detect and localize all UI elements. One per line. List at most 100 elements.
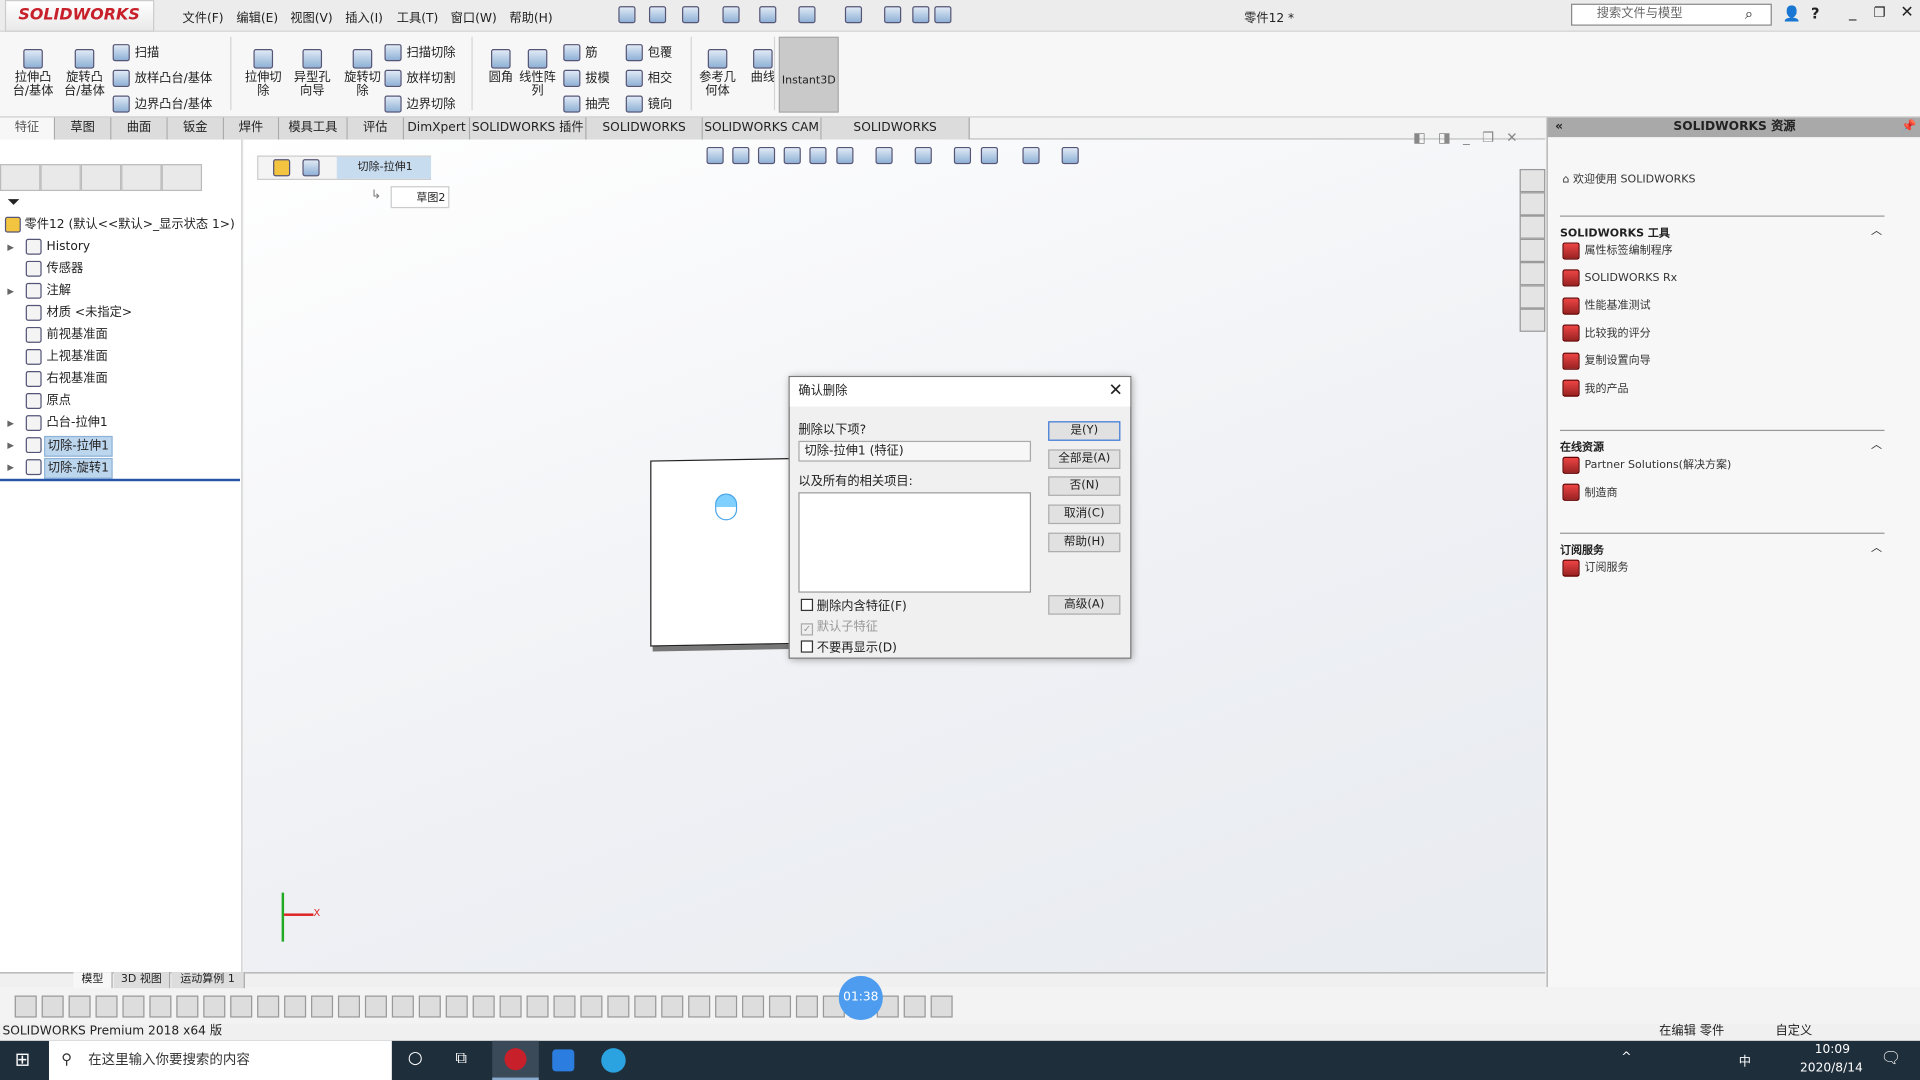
tab-6[interactable]: 评估 — [347, 117, 405, 140]
ribbon-small-button-5[interactable]: 边界切除 — [384, 93, 456, 113]
tree-item[interactable]: 传感器 — [0, 258, 240, 280]
ime-indicator[interactable]: 中 — [1739, 1051, 1751, 1069]
shortcut-tool-icon[interactable] — [553, 995, 576, 1018]
ribbon-small-button-2[interactable]: 边界凸台/基体 — [112, 93, 212, 113]
view-toolbar-icon[interactable] — [706, 146, 724, 165]
shortcut-tool-icon[interactable] — [930, 995, 953, 1018]
shortcut-tool-icon[interactable] — [418, 995, 441, 1018]
ribbon-large-button-8[interactable]: 曲线 — [740, 48, 787, 84]
tree-item[interactable]: ▶ 凸台-拉伸1 — [0, 413, 240, 435]
breadcrumb-sketch[interactable]: 草图2 — [390, 186, 450, 209]
word-app-icon[interactable] — [552, 1049, 575, 1072]
bottom-tab-1[interactable]: 3D 视图 — [113, 972, 171, 989]
ribbon-large-button-7[interactable]: 参考几何体 — [694, 48, 741, 98]
view-toolbar-icon[interactable] — [757, 146, 776, 165]
collapse-icon[interactable]: « — [1555, 118, 1563, 138]
tab-10[interactable]: SOLIDWORKS CAM — [702, 117, 822, 140]
dialog-close-button[interactable]: ✕ — [1108, 381, 1122, 401]
tab-0[interactable]: 特征 — [0, 117, 56, 140]
tab-7[interactable]: DimXpert — [404, 117, 471, 140]
browser-app-icon[interactable] — [601, 1048, 626, 1073]
view-toolbar-icon[interactable] — [1061, 146, 1079, 165]
ribbon-large-button-3[interactable]: 异型孔向导 — [289, 48, 336, 98]
tab-1[interactable]: 草图 — [55, 117, 112, 140]
quick-access-icon[interactable] — [912, 6, 930, 24]
expand-arrow-icon[interactable]: ▶ — [7, 280, 14, 302]
tree-item[interactable]: ▶ 注解 — [0, 280, 240, 302]
view-toolbar-icon[interactable] — [914, 146, 932, 165]
ribbon-small-button-6[interactable]: 筋 — [563, 42, 598, 62]
expand-arrow-icon[interactable]: ▶ — [7, 435, 14, 457]
viewport-window-controls[interactable]: ◧◨_❐✕ — [1413, 130, 1530, 146]
view-toolbar-icon[interactable] — [809, 146, 827, 165]
help-icon[interactable]: ? — [1811, 5, 1820, 22]
task-pane-tab-1[interactable] — [1519, 192, 1546, 216]
resource-link[interactable]: 性能基准测试 — [1562, 296, 1651, 315]
body-icon[interactable] — [302, 159, 320, 177]
chevron-up-icon[interactable]: ︿ — [1871, 436, 1882, 452]
expand-arrow-icon[interactable]: ▶ — [7, 413, 14, 435]
expand-arrow-icon[interactable]: ▶ — [7, 236, 14, 258]
view-toolbar-icon[interactable] — [1022, 146, 1040, 165]
ribbon-small-button-8[interactable]: 抽壳 — [563, 93, 610, 113]
cortana-icon[interactable]: ○ — [408, 1048, 423, 1068]
quick-access-icon[interactable] — [884, 6, 902, 24]
quick-access-icon[interactable] — [759, 6, 777, 24]
tab-11[interactable]: SOLIDWORKS Inspection — [821, 117, 970, 156]
tree-item[interactable]: 右视基准面 — [0, 369, 240, 391]
related-items-list[interactable] — [798, 492, 1032, 593]
shortcut-tool-icon[interactable] — [715, 995, 738, 1018]
resource-link[interactable]: 复制设置向导 — [1562, 351, 1651, 370]
view-toolbar-icon[interactable] — [783, 146, 801, 165]
resource-link[interactable]: 订阅服务 — [1562, 558, 1629, 577]
ribbon-large-button-6[interactable]: 线性阵列 — [514, 48, 561, 98]
resource-link[interactable]: 比较我的评分 — [1562, 324, 1651, 342]
quick-access-icon[interactable] — [722, 6, 740, 24]
shortcut-tool-icon[interactable] — [742, 995, 765, 1018]
part-model[interactable] — [650, 457, 798, 647]
tree-item[interactable]: ▶ 切除-旋转1 — [0, 457, 240, 479]
shortcut-tool-icon[interactable] — [284, 995, 307, 1018]
task-pane-tab-6[interactable] — [1519, 308, 1546, 332]
shortcut-tool-icon[interactable] — [768, 995, 792, 1018]
tab-3[interactable]: 钣金 — [167, 117, 225, 140]
menu-0[interactable]: 文件(F) — [182, 7, 223, 25]
chevron-up-icon[interactable]: ︿ — [1871, 222, 1882, 237]
ribbon-small-button-10[interactable]: 相交 — [625, 67, 672, 87]
shortcut-tool-icon[interactable] — [14, 995, 37, 1018]
shortcut-tool-icon[interactable] — [688, 995, 711, 1018]
tree-root[interactable]: 零件12 (默认<<默认>_显示状态 1>) — [0, 214, 240, 236]
menu-1[interactable]: 编辑(E) — [236, 7, 278, 25]
ribbon-small-button-11[interactable]: 镜向 — [625, 93, 672, 113]
task-pane-tab-3[interactable] — [1519, 238, 1546, 263]
restore-button[interactable]: ❐ — [1873, 5, 1885, 21]
task-pane-tab-4[interactable] — [1519, 262, 1546, 286]
chevron-up-icon[interactable]: ︿ — [1871, 539, 1882, 554]
bottom-tab-0[interactable]: 模型 — [73, 972, 113, 989]
dialog-button-4[interactable]: 帮助(H) — [1048, 532, 1121, 552]
tab-5[interactable]: 模具工具 — [279, 117, 348, 140]
view-toolbar-icon[interactable] — [836, 146, 854, 165]
ribbon-large-button-4[interactable]: 旋转切除 — [339, 48, 386, 98]
dialog-button-1[interactable]: 全部是(A) — [1048, 449, 1121, 469]
shortcut-tool-icon[interactable] — [122, 995, 145, 1018]
shortcut-tool-icon[interactable] — [580, 995, 603, 1018]
tree-item[interactable]: ▶ 切除-拉伸1 — [0, 435, 240, 457]
instant3d-button[interactable]: Instant3D — [778, 36, 839, 113]
dialog-button-2[interactable]: 否(N) — [1048, 476, 1121, 497]
shortcut-tool-icon[interactable] — [795, 995, 818, 1018]
expand-arrow-icon[interactable]: ▶ — [7, 457, 14, 479]
shortcut-tool-icon[interactable] — [634, 995, 657, 1018]
tab-8[interactable]: SOLIDWORKS 插件 — [470, 117, 587, 140]
shortcut-tool-icon[interactable] — [364, 995, 387, 1018]
menu-2[interactable]: 视图(V) — [290, 7, 332, 25]
pin-icon[interactable]: 📌 — [1901, 118, 1916, 138]
tab-2[interactable]: 曲面 — [111, 117, 168, 140]
notification-icon[interactable]: 🗨 — [1881, 1049, 1901, 1067]
dialog-button-0[interactable]: 是(Y) — [1048, 421, 1121, 441]
tree-item[interactable]: 材质 <未指定> — [0, 302, 240, 324]
resource-link[interactable]: SOLIDWORKS Rx — [1562, 268, 1677, 286]
checkbox[interactable] — [800, 598, 814, 612]
taskbar-search[interactable]: 在这里输入你要搜索的内容 — [48, 1040, 392, 1080]
task-view-icon[interactable]: ⧉ — [456, 1049, 467, 1067]
